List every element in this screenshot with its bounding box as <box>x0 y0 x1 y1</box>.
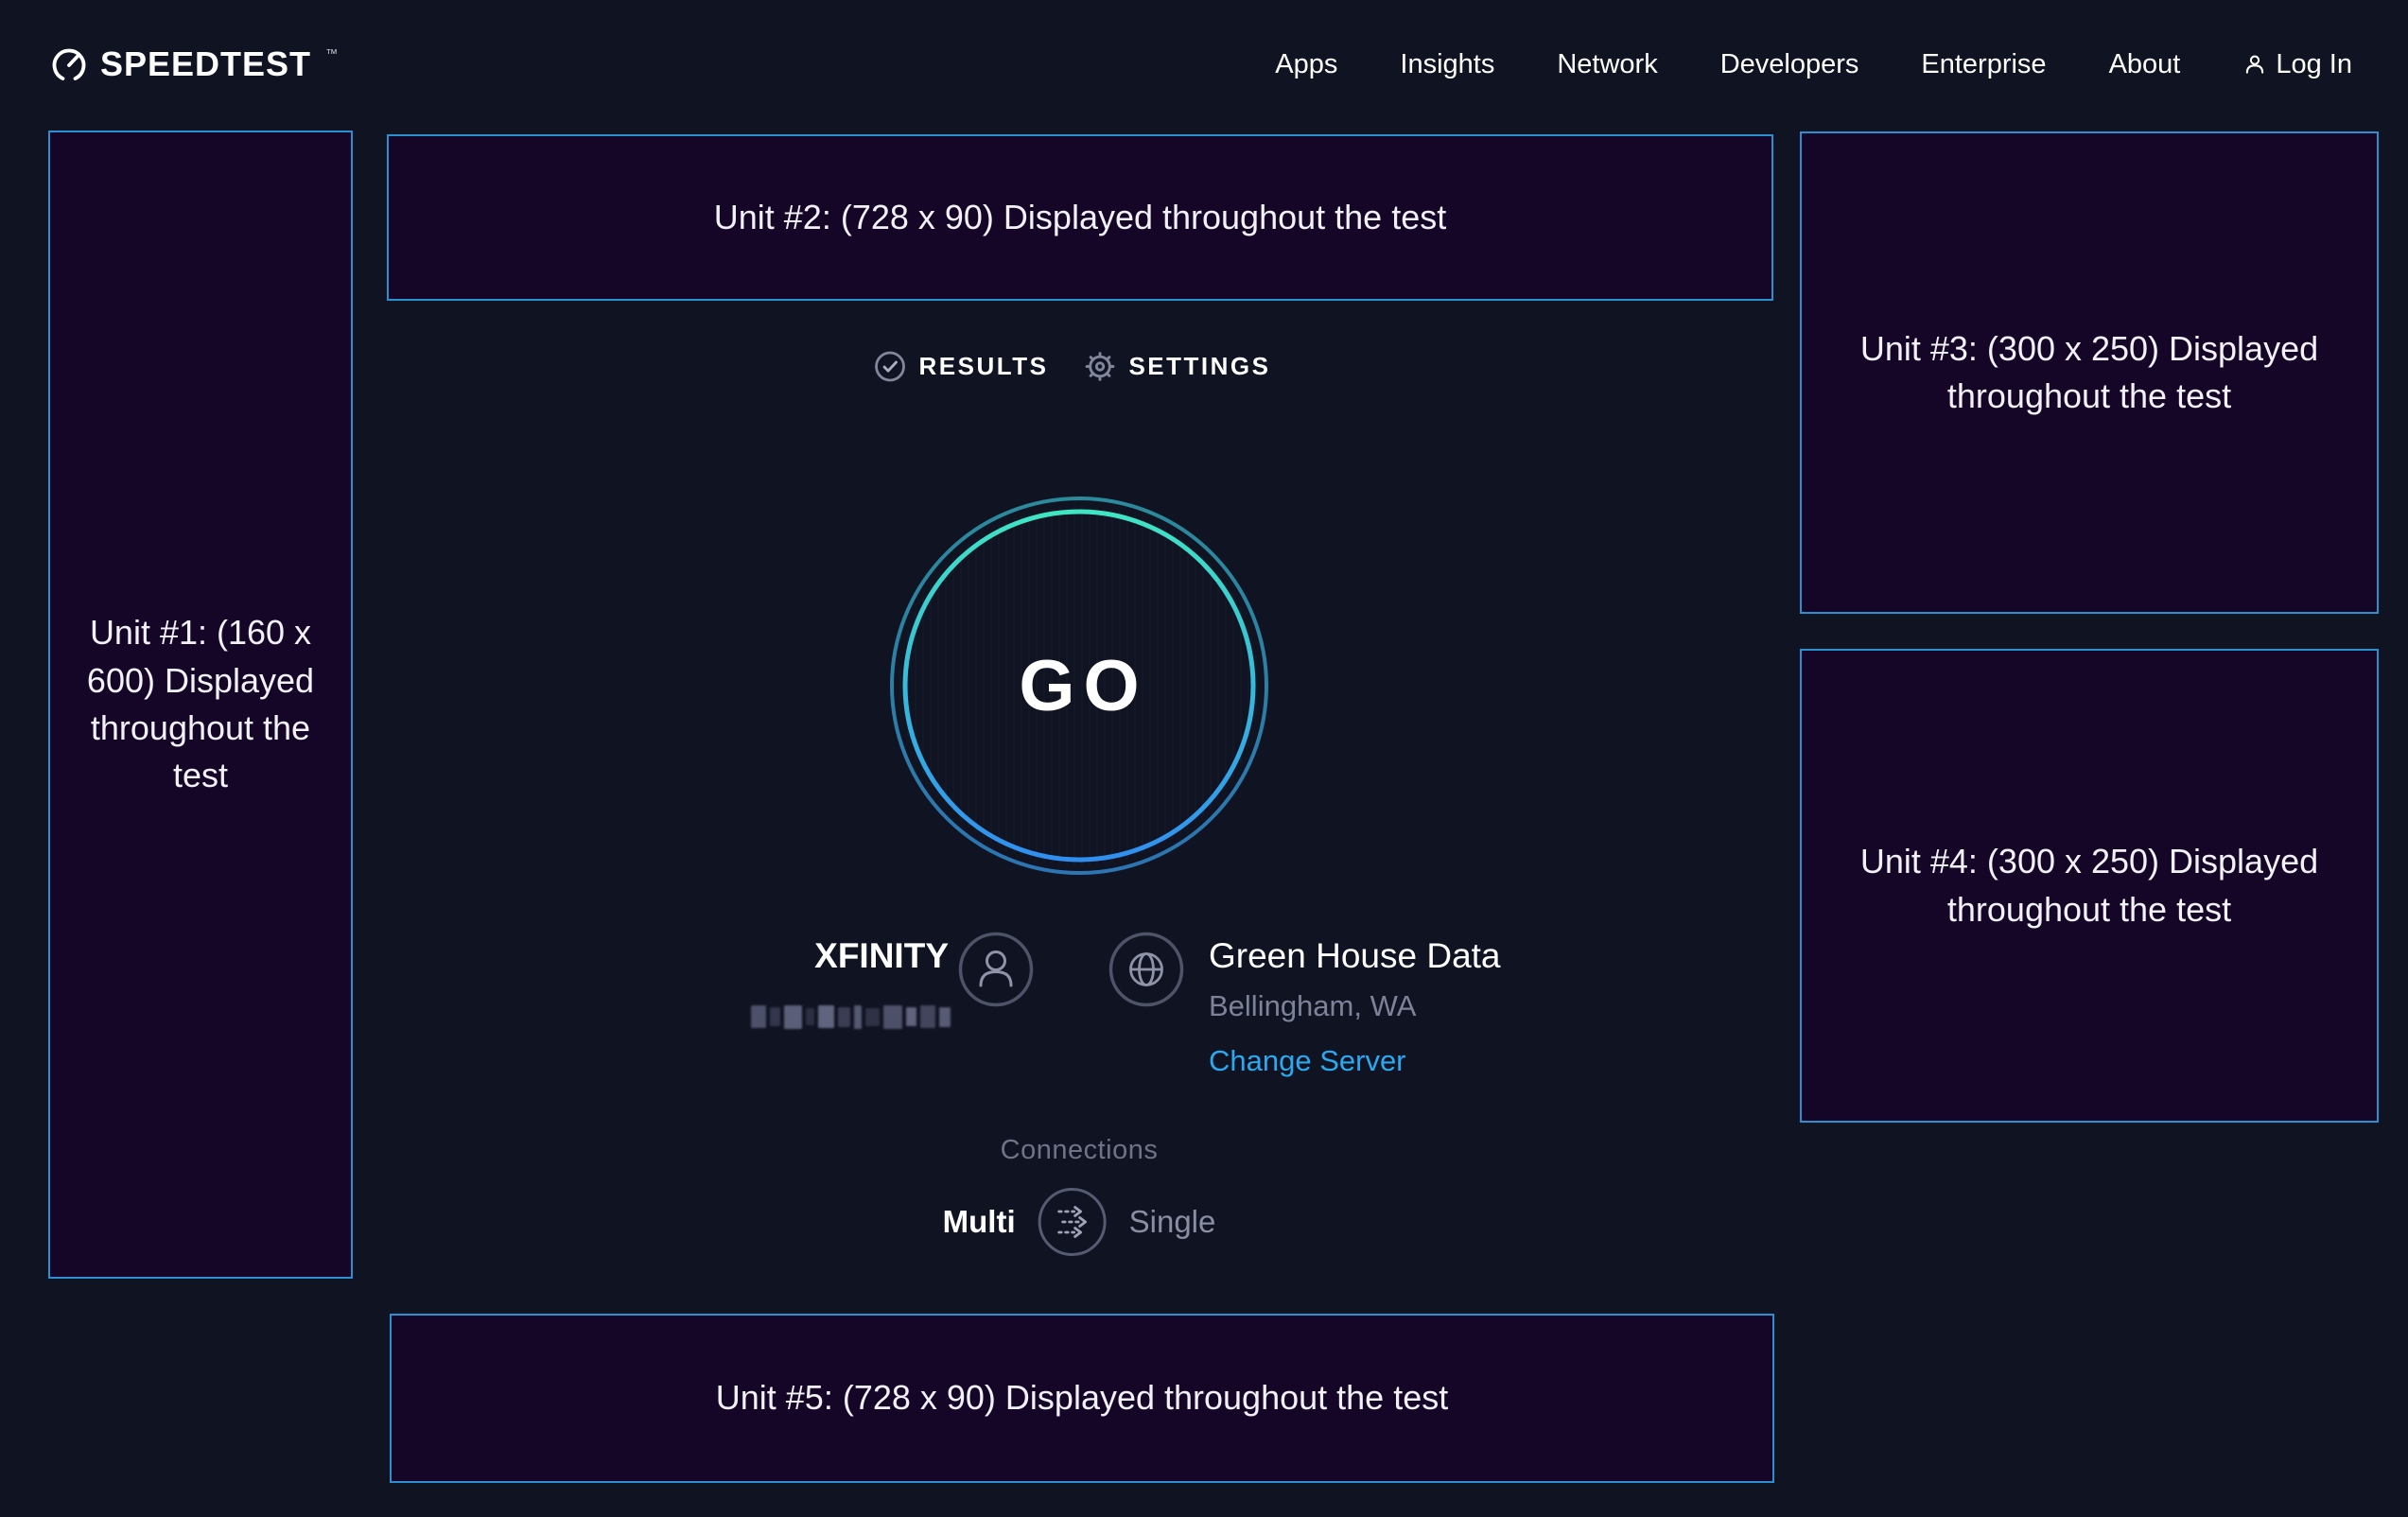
nav-item-enterprise[interactable]: Enterprise <box>1921 49 2046 80</box>
ad-unit-1-skyscraper[interactable]: Unit #1: (160 x 600) Displayed throughou… <box>48 131 353 1279</box>
nav-item-network[interactable]: Network <box>1557 49 1657 80</box>
tab-settings[interactable]: SETTINGS <box>1084 351 1270 382</box>
results-settings-tabs: RESULTS <box>875 341 1271 391</box>
go-button-area: GO <box>888 495 1270 877</box>
login-button[interactable]: Log In <box>2242 49 2352 80</box>
logo-trademark: ™ <box>325 46 338 61</box>
ad-unit-4-text: Unit #4: (300 x 250) Displayed throughou… <box>1853 838 2326 933</box>
ad-unit-2-text: Unit #2: (728 x 90) Displayed throughout… <box>714 194 1446 241</box>
user-icon <box>2242 52 2267 77</box>
speedtest-page: SPEEDTEST ™ Apps Insights Network Develo… <box>0 0 2408 1517</box>
server-globe-icon <box>1108 932 1184 1007</box>
ad-unit-3-text: Unit #3: (300 x 250) Displayed throughou… <box>1853 325 2326 421</box>
login-label: Log In <box>2276 49 2352 80</box>
server-location: Bellingham, WA <box>1209 989 1501 1023</box>
ad-unit-3-rectangle[interactable]: Unit #3: (300 x 250) Displayed throughou… <box>1800 131 2379 614</box>
tab-settings-label: SETTINGS <box>1128 352 1270 381</box>
connection-meta: XFINITY <box>387 922 1773 1083</box>
speedtest-logo[interactable]: SPEEDTEST ™ <box>50 44 336 84</box>
nav-item-apps[interactable]: Apps <box>1275 49 1337 80</box>
server-name: Green House Data <box>1209 936 1501 976</box>
go-button-label: GO <box>1010 645 1147 727</box>
isp-name: XFINITY <box>814 936 949 976</box>
nav-item-insights[interactable]: Insights <box>1400 49 1494 80</box>
nav-item-developers[interactable]: Developers <box>1720 49 1859 80</box>
tab-results-label: RESULTS <box>919 352 1049 381</box>
change-server-link[interactable]: Change Server <box>1209 1044 1501 1078</box>
main-nav: Apps Insights Network Developers Enterpr… <box>1275 49 2352 80</box>
connections-label: Connections <box>1001 1135 1159 1166</box>
ad-unit-5-leaderboard[interactable]: Unit #5: (728 x 90) Displayed throughout… <box>390 1314 1774 1483</box>
speedometer-gauge-icon <box>50 45 88 83</box>
isp-user-icon <box>958 932 1034 1007</box>
isp-details-redacted <box>746 1003 951 1030</box>
check-circle-icon <box>875 351 906 382</box>
ad-unit-5-text: Unit #5: (728 x 90) Displayed throughout… <box>716 1374 1448 1421</box>
gear-icon <box>1084 351 1115 382</box>
nav-item-about[interactable]: About <box>2109 49 2181 80</box>
server-info: Green House Data Bellingham, WA Change S… <box>1209 936 1501 1078</box>
top-nav-bar: SPEEDTEST ™ Apps Insights Network Develo… <box>0 0 2408 129</box>
ad-unit-1-text: Unit #1: (160 x 600) Displayed throughou… <box>60 609 341 800</box>
connections-multi-option[interactable]: Multi <box>943 1204 1016 1240</box>
logo-wordmark: SPEEDTEST <box>100 44 311 84</box>
ad-unit-2-leaderboard[interactable]: Unit #2: (728 x 90) Displayed throughout… <box>387 134 1773 301</box>
go-button[interactable]: GO <box>899 506 1259 865</box>
connections-single-option[interactable]: Single <box>1129 1204 1216 1240</box>
tab-results[interactable]: RESULTS <box>875 351 1049 382</box>
ad-unit-4-rectangle[interactable]: Unit #4: (300 x 250) Displayed throughou… <box>1800 649 2379 1123</box>
multi-connection-icon[interactable] <box>1037 1186 1108 1258</box>
connections-toggle: Multi Single <box>943 1184 1216 1260</box>
